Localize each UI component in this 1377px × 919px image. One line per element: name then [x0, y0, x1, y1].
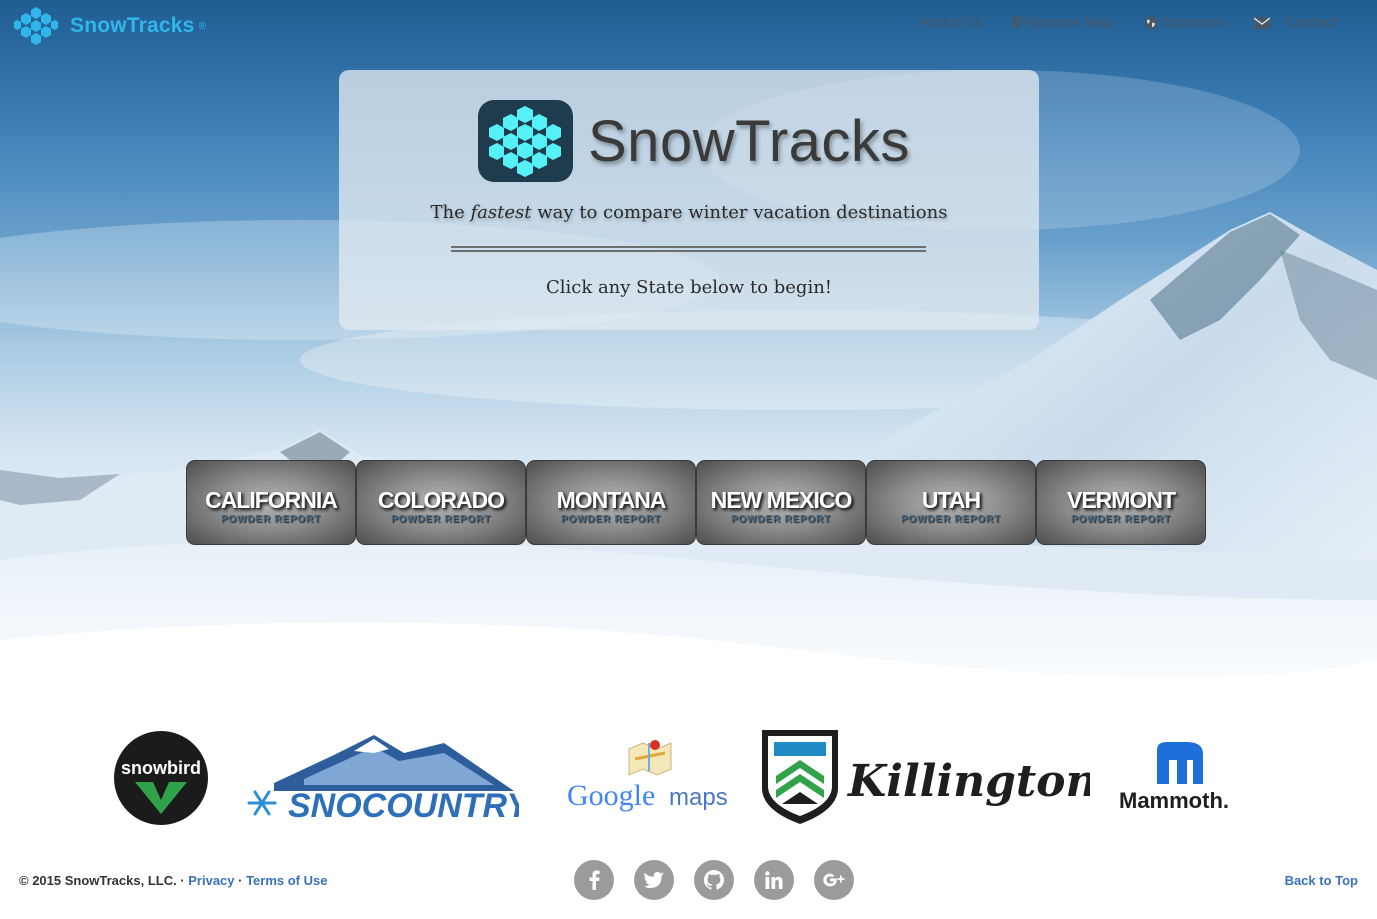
hero-title: SnowTracks — [588, 109, 910, 174]
snowtracks-logo-icon — [14, 7, 58, 45]
back-to-top-link[interactable]: Back to Top — [1285, 873, 1358, 888]
snowbird-logo-icon: snowbird — [114, 731, 208, 825]
social-links — [574, 860, 854, 900]
snowtracks-logo-icon — [478, 100, 573, 182]
state-subtitle: POWDER REPORT — [221, 514, 321, 525]
privacy-link[interactable]: Privacy — [188, 873, 234, 888]
sponsor-mammoth[interactable]: Mammoth. — [1117, 740, 1257, 815]
sponsor-strip: snowbird SNOCOUNTRY Google maps Killingt… — [0, 715, 1377, 845]
state-subtitle: POWDER REPORT — [731, 514, 831, 525]
twitter-icon[interactable] — [634, 860, 674, 900]
state-button-new-mexico[interactable]: NEW MEXICO POWDER REPORT — [696, 460, 866, 545]
github-icon[interactable] — [694, 860, 734, 900]
nav-sponsors[interactable]: Sponsors — [1144, 14, 1224, 31]
sponsor-killington[interactable]: Killington — [760, 728, 1098, 826]
state-button-vermont[interactable]: VERMONT POWDER REPORT — [1036, 460, 1206, 545]
svg-text:Google: Google — [567, 779, 655, 812]
hero-tagline: The fastest way to compare winter vacati… — [339, 202, 1039, 223]
state-buttons: CALIFORNIA POWDER REPORT COLORADO POWDER R… — [186, 460, 1206, 545]
copyright-text: © 2015 SnowTracks, LLC. · — [19, 873, 189, 888]
envelope-icon — [1254, 16, 1271, 29]
map-marker-icon — [1011, 15, 1022, 30]
sponsor-snowbird[interactable]: snowbird — [113, 730, 209, 826]
state-subtitle: POWDER REPORT — [1071, 514, 1171, 525]
state-name: UTAH — [921, 487, 981, 513]
brand[interactable]: SnowTracks ® — [14, 6, 206, 46]
state-button-montana[interactable]: MONTANA POWDER REPORT — [526, 460, 696, 545]
globe-icon — [1144, 16, 1158, 29]
svg-text:maps: maps — [669, 784, 728, 811]
google-maps-logo-icon: Google maps — [567, 740, 728, 812]
state-button-colorado[interactable]: COLORADO POWDER REPORT — [356, 460, 526, 545]
state-button-california[interactable]: CALIFORNIA POWDER REPORT — [186, 460, 356, 545]
svg-text:snowbird: snowbird — [121, 758, 201, 778]
nav-about-us-label: About Us — [920, 14, 982, 31]
linkedin-icon[interactable] — [754, 860, 794, 900]
svg-text:Mammoth.: Mammoth. — [1119, 788, 1229, 813]
nav-sponsors-label: Sponsors — [1160, 14, 1225, 31]
registered-mark: ® — [198, 20, 206, 32]
nav-remove-map[interactable]: Remove Map — [1011, 14, 1114, 31]
terms-link[interactable]: Terms of Use — [246, 873, 327, 888]
state-name: VERMONT — [1067, 487, 1176, 513]
snocountry-logo-icon: SNOCOUNTRY — [247, 735, 532, 825]
state-button-utah[interactable]: UTAH POWDER REPORT — [866, 460, 1036, 545]
state-subtitle: POWDER REPORT — [561, 514, 661, 525]
separator: · — [234, 873, 247, 888]
sponsor-snocountry[interactable]: SNOCOUNTRY — [244, 733, 532, 825]
google-plus-icon[interactable] — [814, 860, 854, 900]
nav-about-us[interactable]: About Us — [920, 14, 982, 31]
divider — [451, 246, 926, 252]
hero-prompt: Click any State below to begin! — [545, 277, 833, 298]
state-name: MONTANA — [556, 487, 667, 513]
hero-section: SnowTracks ® About Us Remove Map Sponsor… — [0, 0, 1377, 715]
footer: © 2015 SnowTracks, LLC. · Privacy · Term… — [0, 845, 1377, 919]
tagline-suffix: way to compare winter vacation destinati… — [531, 202, 948, 223]
nav-remove-map-label: Remove Map — [1024, 14, 1114, 31]
copyright: © 2015 SnowTracks, LLC. · Privacy · Term… — [19, 873, 327, 888]
nav-contact[interactable]: Contact — [1254, 14, 1337, 31]
sponsor-google-maps[interactable]: Google maps — [565, 737, 730, 822]
intro-panel: SnowTracks The fastest way to compare wi… — [339, 70, 1039, 330]
tagline-prefix: The — [430, 202, 471, 223]
top-nav: About Us Remove Map Sponsors Contact — [920, 14, 1337, 31]
facebook-icon[interactable] — [574, 860, 614, 900]
state-subtitle: POWDER REPORT — [901, 514, 1001, 525]
state-name: NEW MEXICO — [710, 487, 853, 513]
killington-logo-icon: Killington — [762, 730, 1098, 824]
svg-text:Killington: Killington — [846, 756, 1090, 807]
svg-text:SNOCOUNTRY: SNOCOUNTRY — [288, 787, 519, 823]
state-name: CALIFORNIA — [205, 487, 338, 513]
mammoth-logo-icon: Mammoth. — [1119, 742, 1229, 813]
state-subtitle: POWDER REPORT — [391, 514, 491, 525]
state-name: COLORADO — [377, 487, 505, 513]
nav-contact-label: Contact — [1285, 14, 1337, 31]
tagline-emphasis: fastest — [470, 202, 532, 223]
brand-name: SnowTracks — [70, 14, 195, 37]
